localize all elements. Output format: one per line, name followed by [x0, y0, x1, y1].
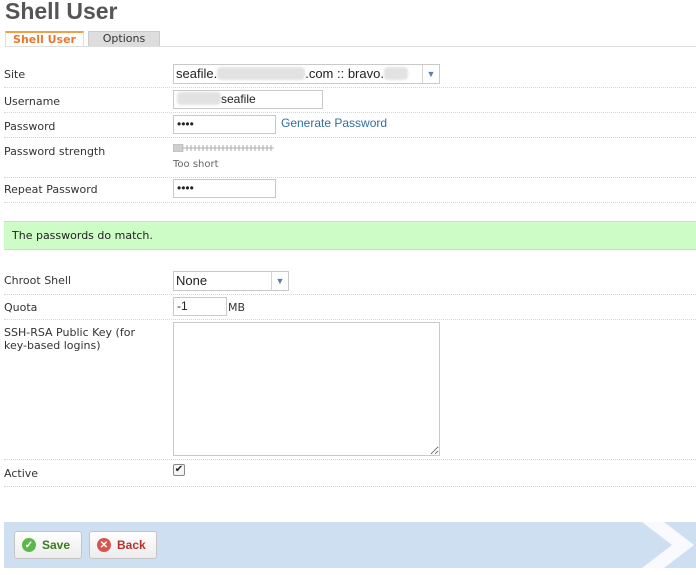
password-field[interactable]: ••••	[173, 115, 276, 134]
generate-password-link[interactable]: Generate Password	[281, 116, 387, 130]
save-button[interactable]: ✓ Save	[14, 531, 82, 559]
site-label: Site	[4, 68, 26, 81]
username-field[interactable]: seafile	[173, 90, 323, 109]
chroot-shell-value: None	[176, 273, 208, 288]
repeat-password-row	[4, 178, 696, 203]
quota-field[interactable]: -1	[173, 297, 227, 316]
tab-shell-user[interactable]: Shell User	[5, 31, 84, 47]
chroot-shell-select[interactable]: None ▼	[173, 271, 289, 291]
active-checkbox[interactable]: ✔	[173, 464, 185, 476]
repeat-password-label: Repeat Password	[4, 183, 98, 196]
redacted-server	[383, 67, 408, 80]
quota-unit: MB	[228, 301, 246, 314]
back-button[interactable]: ✕ Back	[89, 531, 157, 559]
triangle-down-icon[interactable]: ▼	[271, 272, 288, 290]
password-match-message: The passwords do match.	[4, 221, 696, 250]
tab-divider	[5, 46, 696, 47]
chroot-shell-row	[4, 269, 696, 295]
x-circle-icon: ✕	[97, 538, 111, 552]
active-label: Active	[4, 467, 39, 480]
quota-label: Quota	[4, 301, 38, 314]
tab-bar: Shell User Options	[5, 31, 160, 47]
back-button-label: Back	[117, 538, 146, 552]
triangle-down-icon[interactable]: ▼	[422, 65, 439, 83]
password-label: Password	[4, 120, 56, 133]
page-title: Shell User	[5, 0, 118, 24]
chroot-shell-label: Chroot Shell	[4, 274, 72, 287]
save-button-label: Save	[42, 538, 71, 552]
site-value-mid: .com :: bravo.	[305, 66, 384, 81]
redacted-username-prefix	[177, 92, 221, 105]
chevron-decoration	[642, 522, 694, 568]
redacted-domain	[217, 67, 306, 80]
site-select[interactable]: seafile. .com :: bravo. ▼	[173, 64, 440, 84]
username-value: seafile	[221, 92, 256, 106]
password-strength-hint: Too short	[173, 159, 219, 170]
tab-options[interactable]: Options	[88, 31, 160, 47]
check-circle-icon: ✓	[22, 538, 36, 552]
active-row	[4, 460, 696, 487]
password-strength-row	[4, 138, 696, 178]
site-value-prefix: seafile.	[176, 66, 218, 81]
ssh-key-textarea[interactable]	[173, 322, 440, 456]
username-row	[4, 88, 696, 113]
password-strength-meter	[173, 144, 274, 152]
ssh-key-label: SSH-RSA Public Key (for key-based logins…	[4, 326, 135, 352]
quota-row	[4, 295, 696, 320]
username-label: Username	[4, 95, 61, 108]
repeat-password-field[interactable]: ••••	[173, 179, 276, 198]
password-strength-label: Password strength	[4, 145, 106, 158]
ssh-key-label-line2: key-based logins)	[4, 339, 101, 352]
ssh-key-label-line1: SSH-RSA Public Key (for	[4, 326, 135, 339]
